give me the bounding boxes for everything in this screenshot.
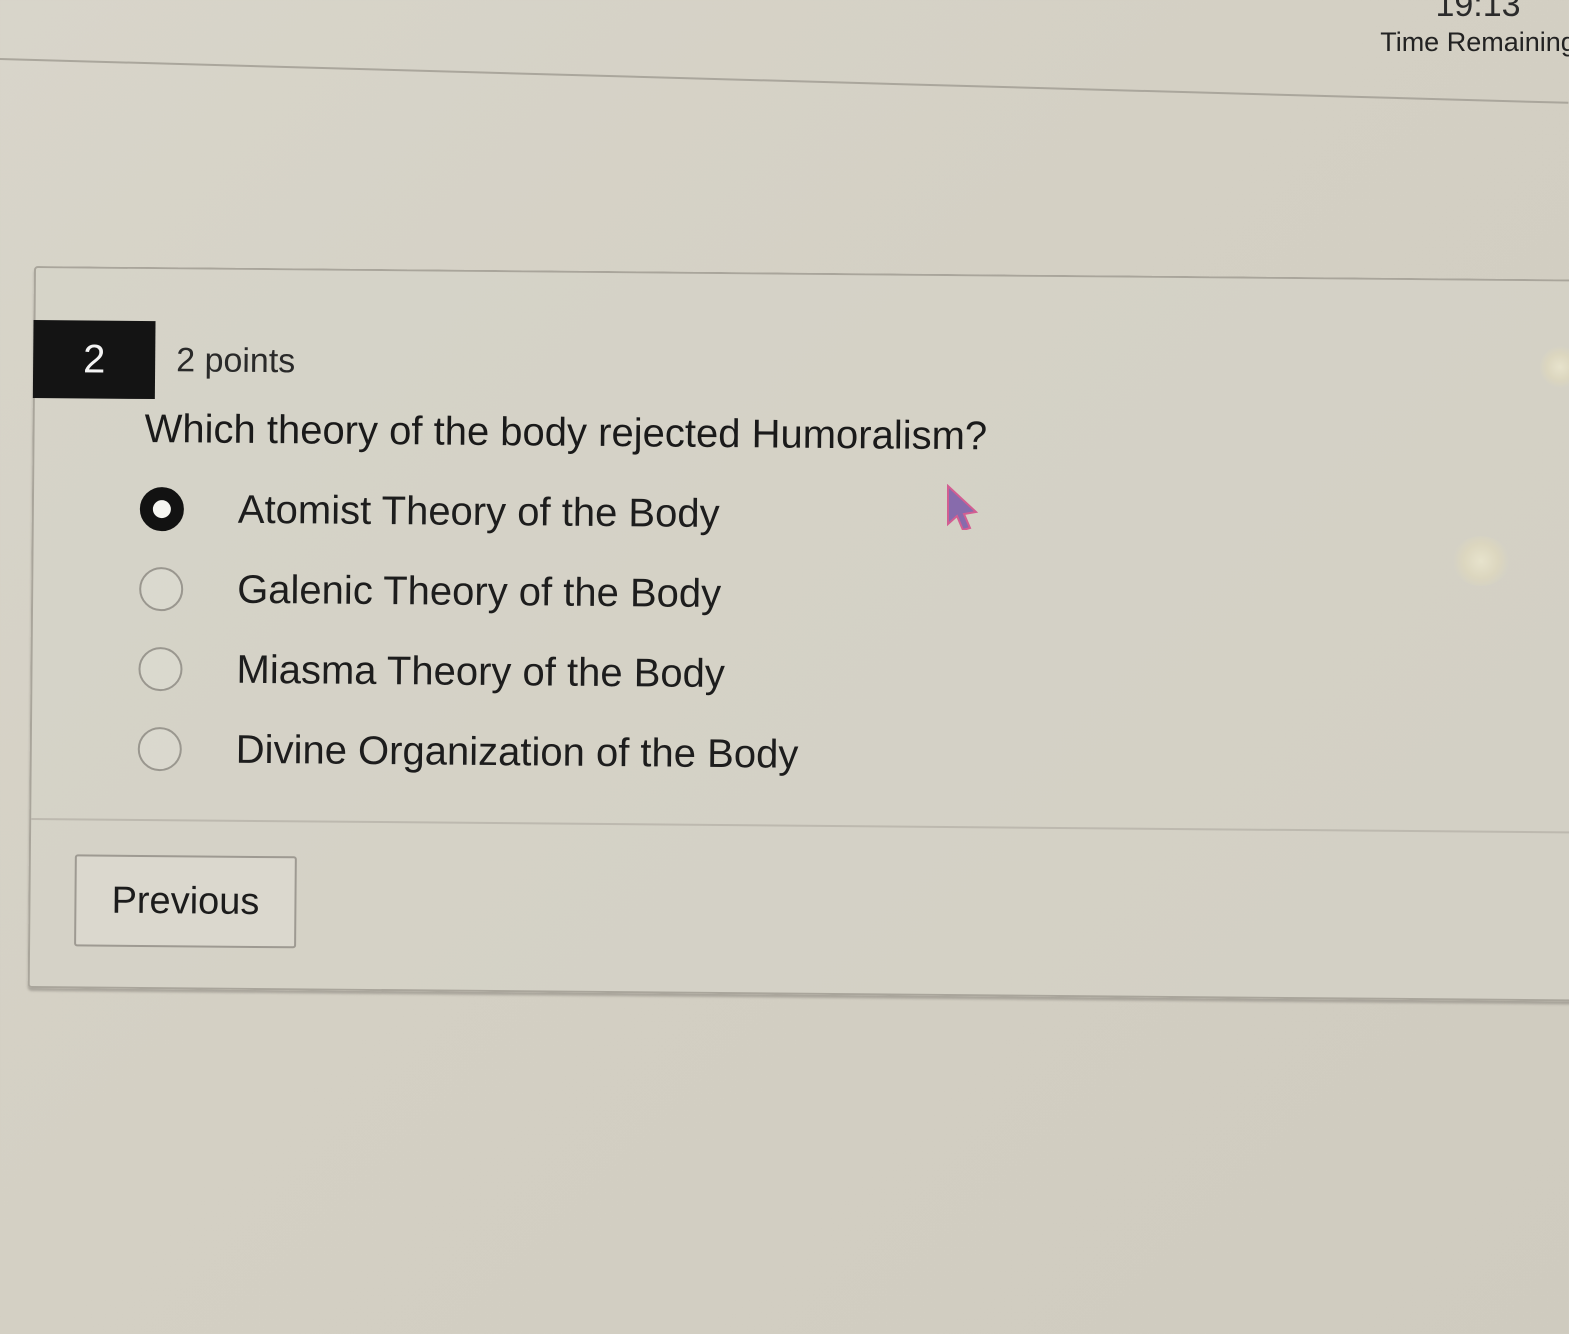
time-remaining: 19:13 Time Remaining [1378,0,1569,62]
previous-button[interactable]: Previous [74,854,297,949]
radio-button[interactable] [138,566,184,612]
radio-button[interactable] [137,726,182,772]
answer-options: Atomist Theory of the Body Galenic Theor… [137,469,800,795]
answer-option-miasma[interactable]: Miasma Theory of the Body [138,629,799,715]
answer-option-divine[interactable]: Divine Organization of the Body [137,709,799,795]
header-divider [0,58,1569,104]
question-text: Which theory of the body rejected Humora… [144,406,988,459]
answer-option-label: Atomist Theory of the Body [237,487,720,536]
question-card: 2 2 points Which theory of the body reje… [27,266,1569,1002]
radio-button[interactable] [138,646,183,692]
mouse-pointer-icon [947,484,979,530]
question-points: 2 points [176,341,296,381]
timer-label: Time Remaining [1380,27,1569,57]
answer-option-galenic[interactable]: Galenic Theory of the Body [138,549,800,635]
timer-value: 19:13 [1435,0,1521,24]
answer-option-label: Galenic Theory of the Body [236,567,722,616]
answer-option-label: Divine Organization of the Body [235,727,799,777]
radio-button-selected[interactable] [139,486,185,532]
question-number-badge: 2 [32,319,156,400]
answer-option-label: Miasma Theory of the Body [236,647,726,696]
answer-option-atomist[interactable]: Atomist Theory of the Body [139,469,801,555]
card-divider [31,817,1569,834]
